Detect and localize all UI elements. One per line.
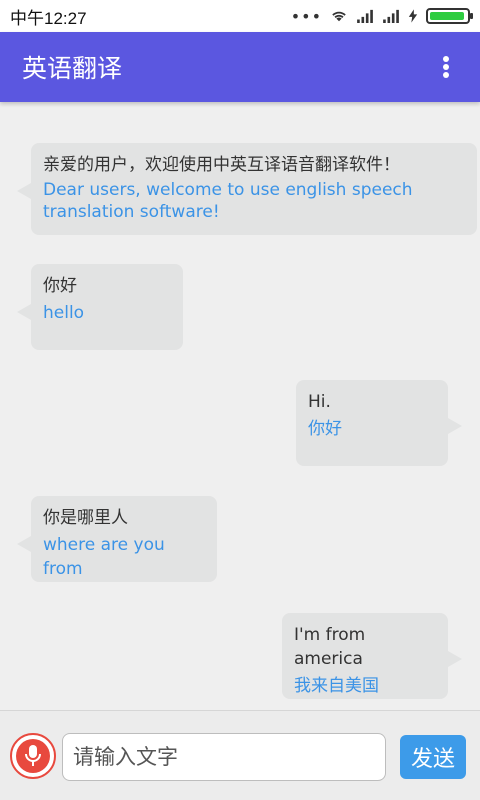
microphone-glyph	[25, 745, 41, 766]
status-icons: •••	[290, 6, 473, 26]
message-bubble: 你好 hello	[17, 264, 183, 350]
charging-icon	[408, 9, 418, 23]
battery-fill	[430, 12, 465, 20]
app-bar: 英语翻译	[0, 32, 480, 102]
cell-signal-icon-2	[383, 9, 399, 23]
send-button[interactable]: 发送	[400, 735, 466, 779]
microphone-button[interactable]	[10, 733, 56, 779]
message-source-text: 你好	[43, 276, 77, 296]
cell-signal-icon	[357, 9, 373, 23]
input-bar: 发送	[0, 710, 480, 800]
message-bubble: I'm from america 我来自美国	[282, 613, 462, 699]
message-source-text: 你是哪里人	[43, 508, 128, 528]
message-translation-text: 我来自美国	[294, 676, 379, 696]
message-translation-text: hello	[43, 303, 85, 323]
overflow-menu-icon[interactable]	[434, 52, 458, 82]
message-source-text: I'm from america	[294, 625, 366, 669]
message-translation-text: 你好	[308, 419, 342, 439]
notification-dots-icon: •••	[290, 6, 322, 26]
message-source-text: Hi.	[308, 392, 331, 412]
message-list: 亲爱的用户，欢迎使用中英互译语音翻译软件！ Dear users, welcom…	[0, 102, 480, 710]
wifi-icon	[332, 11, 346, 22]
status-time: 中午12:27	[10, 8, 87, 28]
message-bubble: 你是哪里人 where are you from	[17, 496, 217, 582]
message-translation-text: where are you from	[43, 535, 165, 579]
message-bubble: 亲爱的用户，欢迎使用中英互译语音翻译软件！ Dear users, welcom…	[17, 143, 477, 235]
battery-icon	[426, 8, 473, 24]
app-title: 英语翻译	[22, 54, 123, 83]
message-input[interactable]	[62, 733, 386, 781]
microphone-icon	[16, 739, 50, 773]
status-bar: 中午12:27 •••	[0, 0, 480, 32]
message-translation-text: Dear users, welcome to use english speec…	[43, 180, 413, 222]
message-source-text: 亲爱的用户，欢迎使用中英互译语音翻译软件！	[43, 155, 400, 175]
message-bubble: Hi. 你好	[296, 380, 462, 466]
